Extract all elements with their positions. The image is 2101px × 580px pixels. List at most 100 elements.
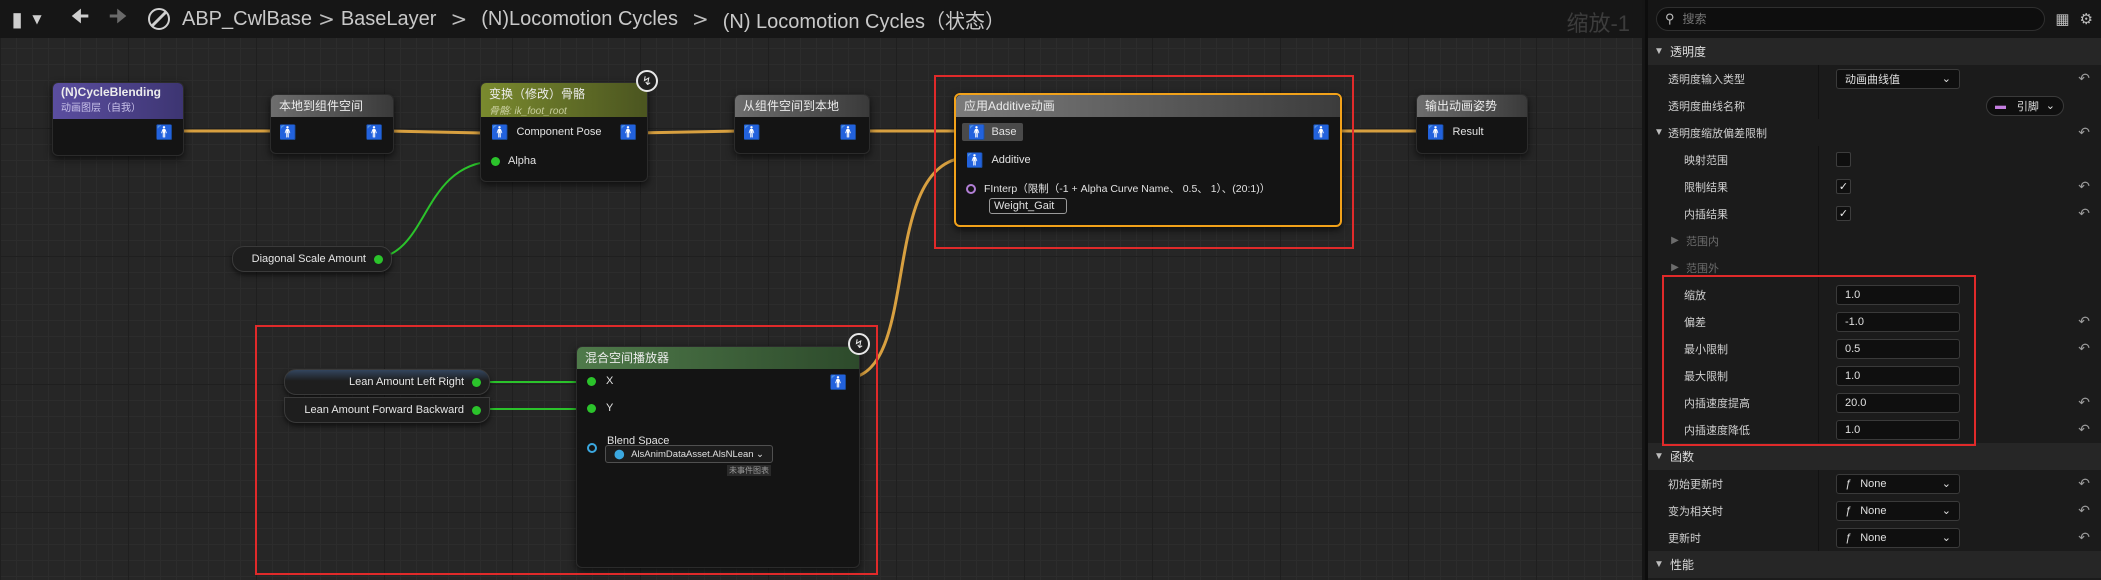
grid-view-icon[interactable]: ▦ xyxy=(2055,10,2069,28)
settings-icon[interactable]: ⚙ xyxy=(2080,10,2093,28)
section-label: 函数 xyxy=(1670,450,1695,464)
blend-space-dropdown[interactable]: ⬤ AlsAnimDataAsset.AlsNLean ⌄ xyxy=(605,445,773,463)
node-local-to-component[interactable]: 本地到组件空间 🚹 🚹 xyxy=(270,94,394,154)
result-pose-pin[interactable]: 🚹 xyxy=(1427,125,1444,139)
interp-down-input[interactable]: 1.0 xyxy=(1836,419,1960,440)
reset-icon[interactable]: ↶ xyxy=(2078,124,2090,141)
pose-output-pin[interactable]: 🚹 xyxy=(156,125,173,139)
clamp-result-checkbox[interactable]: ✓ xyxy=(1836,179,1851,194)
breadcrumb-separator: > xyxy=(318,7,335,31)
map-range-checkbox[interactable] xyxy=(1836,152,1851,167)
reset-icon[interactable]: ↶ xyxy=(2078,529,2090,546)
search-input[interactable]: ⚲ xyxy=(1656,7,2046,31)
graph-hint: 未事件图表 xyxy=(727,465,771,476)
pose-output-pin[interactable]: 🚹 xyxy=(840,125,857,139)
node-cycle-blending[interactable]: (N)CycleBlending 动画图层（自我） 🚹 xyxy=(52,82,184,156)
node-component-to-local[interactable]: 从组件空间到本地 🚹 🚹 xyxy=(734,94,870,154)
wire-diagonal-to-alpha xyxy=(372,160,495,260)
forward-arrow-icon[interactable]: 🠊 xyxy=(100,0,136,38)
on-init-dropdown[interactable]: ƒ None ⌄ xyxy=(1836,473,1960,494)
x-input-pin[interactable] xyxy=(587,376,596,386)
clamp-min-input[interactable]: 0.5 xyxy=(1836,338,1960,359)
reset-icon[interactable]: ↶ xyxy=(2078,340,2090,357)
curve-name-field[interactable]: Weight_Gait xyxy=(989,198,1067,214)
interp-result-checkbox[interactable]: ✓ xyxy=(1836,206,1851,221)
chevron-down-icon[interactable]: ▼ xyxy=(28,0,46,38)
reset-icon[interactable]: ↶ xyxy=(2078,313,2090,330)
var-lean-forward-backward[interactable]: Lean Amount Forward Backward xyxy=(284,397,490,423)
expand-arrow-icon: ▶ xyxy=(1671,235,1679,246)
node-subtitle: 动画图层（自我） xyxy=(61,103,141,114)
node-apply-additive[interactable]: 应用Additive动画 🚹 Base 🚹 🚹 Additive FInterp… xyxy=(954,93,1342,227)
pose-output-pin[interactable]: 🚹 xyxy=(830,375,847,389)
row-range-out[interactable]: ▶ 范围外 xyxy=(1648,254,2101,281)
reset-icon[interactable]: ↶ xyxy=(2078,421,2090,438)
blend-space-pin[interactable] xyxy=(587,443,597,453)
alpha-input-pin[interactable] xyxy=(491,156,500,166)
row-interp-up: 内插速度提高 20.0 ↶ xyxy=(1648,389,2101,416)
reset-icon[interactable]: ↶ xyxy=(2078,394,2090,411)
float-output-pin[interactable] xyxy=(472,377,481,387)
pose-output-pin[interactable]: 🚹 xyxy=(1313,125,1330,139)
function-icon: ƒ xyxy=(1845,477,1852,490)
asset-icon: ⬤ xyxy=(614,448,625,460)
collapse-arrow-icon: ▼ xyxy=(1654,127,1664,138)
pose-output-pin[interactable]: 🚹 xyxy=(620,125,637,139)
base-pose-pin[interactable]: 🚹 xyxy=(968,125,985,139)
clamp-max-input[interactable]: 1.0 xyxy=(1836,365,1960,386)
pose-input-pin[interactable]: 🚹 xyxy=(279,125,296,139)
input-type-dropdown[interactable]: 动画曲线值 ⌄ xyxy=(1836,68,1960,89)
row-on-relevant: 变为相关时 ƒ None ⌄ ↶ xyxy=(1648,497,2101,524)
on-relevant-dropdown[interactable]: ƒ None ⌄ xyxy=(1836,500,1960,521)
reset-icon[interactable]: ↶ xyxy=(2078,205,2090,222)
pose-input-pin[interactable]: 🚹 xyxy=(743,125,760,139)
row-label: 初始更新时 xyxy=(1668,478,1723,491)
pose-input-pin[interactable]: 🚹 xyxy=(491,125,508,139)
curve-name-dropdown[interactable]: ▬ 引脚 ⌄ xyxy=(1986,95,2064,116)
bias-input[interactable]: -1.0 xyxy=(1836,311,1960,332)
interp-up-input[interactable]: 20.0 xyxy=(1836,392,1960,413)
on-update-dropdown[interactable]: ƒ None ⌄ xyxy=(1836,527,1960,548)
graph-toolbar: ▮ ▼ 🠈 🠊 ABP_CwlBase > BaseLayer > (N)Loc… xyxy=(0,0,1642,38)
scale-input[interactable]: 1.0 xyxy=(1836,284,1960,305)
bookmark-icon[interactable]: ▮ xyxy=(6,0,28,38)
var-lean-left-right[interactable]: Lean Amount Left Right xyxy=(284,369,490,395)
var-diagonal-scale-amount[interactable]: Diagonal Scale Amount xyxy=(232,246,392,272)
row-range-in[interactable]: ▶ 范围内 xyxy=(1648,227,2101,254)
section-functions[interactable]: ▼ 函数 xyxy=(1648,443,2101,470)
reset-icon[interactable]: ↶ xyxy=(2078,70,2090,87)
chevron-down-icon: ⌄ xyxy=(1941,478,1951,490)
breadcrumb-state[interactable]: (N) Locomotion Cycles（状态） xyxy=(723,5,1005,34)
variable-label: Lean Amount Left Right xyxy=(349,376,464,388)
breadcrumb-state-machine[interactable]: (N)Locomotion Cycles xyxy=(481,8,678,31)
collapse-arrow-icon: ▼ xyxy=(1654,451,1664,462)
pin-label: Component Pose xyxy=(516,126,602,138)
breadcrumb-layer[interactable]: BaseLayer xyxy=(341,8,437,31)
node-blendspace-player[interactable]: 混合空间播放器 X Y 🚹 Blend Space ⬤ AlsAnimDataA… xyxy=(576,346,860,568)
chevron-down-icon: ⌄ xyxy=(1941,532,1951,544)
breadcrumb-separator: > xyxy=(450,7,468,31)
fast-path-icon: ↯ xyxy=(636,70,658,92)
search-field[interactable] xyxy=(1682,12,1983,26)
wire-local-to-transform xyxy=(387,129,483,135)
graph-type-icon xyxy=(142,0,176,38)
reset-icon[interactable]: ↶ xyxy=(2078,178,2090,195)
y-input-pin[interactable] xyxy=(587,403,596,413)
alpha-curve-pin[interactable] xyxy=(966,183,976,194)
pose-output-pin[interactable]: 🚹 xyxy=(366,125,383,139)
section-opacity[interactable]: ▼ 透明度 xyxy=(1648,38,2101,65)
anim-graph-canvas[interactable]: ▮ ▼ 🠈 🠊 ABP_CwlBase > BaseLayer > (N)Loc… xyxy=(0,0,1642,580)
section-performance[interactable]: ▼ 性能 xyxy=(1648,551,2101,578)
back-arrow-icon[interactable]: 🠈 xyxy=(60,0,100,38)
float-output-pin[interactable] xyxy=(472,405,481,415)
node-title: 输出动画姿势 xyxy=(1417,95,1527,117)
reset-icon[interactable]: ↶ xyxy=(2078,475,2090,492)
additive-pose-pin[interactable]: 🚹 xyxy=(966,153,983,167)
node-transform-bone[interactable]: 变换（修改）骨骼 骨骼: ik_foot_root 🚹 Component Po… xyxy=(480,82,648,182)
breadcrumb-blueprint[interactable]: ABP_CwlBase xyxy=(182,8,312,31)
dropdown-value: None xyxy=(1860,477,1887,490)
float-output-pin[interactable] xyxy=(374,254,383,264)
reset-icon[interactable]: ↶ xyxy=(2078,502,2090,519)
node-output-pose[interactable]: 输出动画姿势 🚹 Result xyxy=(1416,94,1528,154)
row-scale-bias-clamp[interactable]: ▼ 透明度缩放偏差限制 ↶ xyxy=(1648,119,2101,146)
